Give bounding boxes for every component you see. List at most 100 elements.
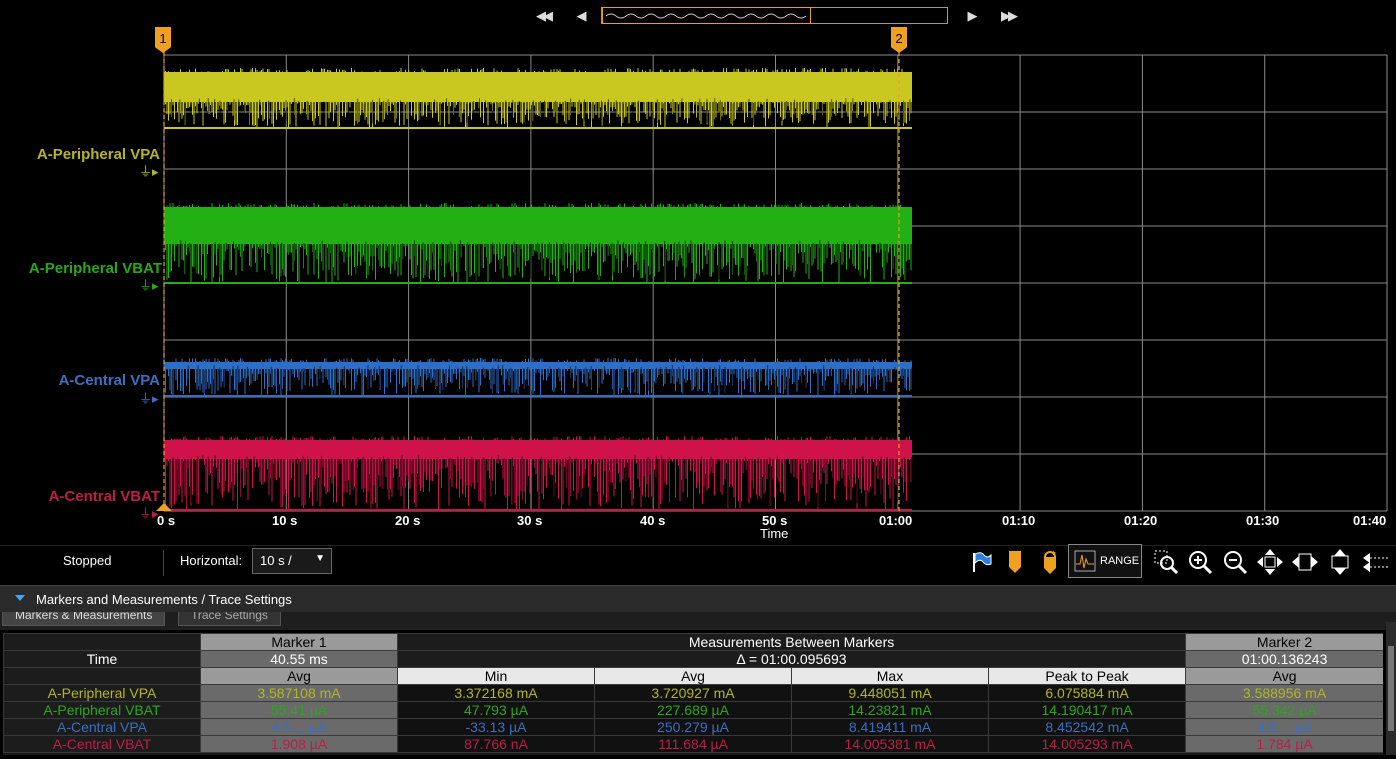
cell-p2p: 14.190417 mA xyxy=(987,701,1187,719)
fit-horizontal-icon[interactable] xyxy=(1291,548,1319,576)
col-avg-header: Avg xyxy=(594,667,792,685)
range-label: RANGE xyxy=(1100,555,1140,567)
between-header: Measurements Between Markers xyxy=(396,633,1187,651)
cell-min: 47.793 µA xyxy=(397,701,595,719)
ground-offset-icon[interactable]: ⏚▸ xyxy=(139,392,159,405)
zoom-out-icon[interactable] xyxy=(1221,548,1249,576)
cell-m2-avg: 4.5… µA xyxy=(1185,718,1383,736)
cell-m1-avg: 4.5… µA xyxy=(200,718,398,736)
jump-to-start-icon[interactable]: ◀◀ xyxy=(533,6,553,26)
range-button[interactable]: RANGE xyxy=(1068,544,1142,578)
cell-avg: 111.684 µA xyxy=(594,735,792,753)
step-back-icon[interactable]: ◀ xyxy=(570,6,590,26)
trace-label-central-vbat[interactable]: A-Central VBAT xyxy=(49,488,160,505)
x-tick: 30 s xyxy=(517,513,543,528)
x-tick: 40 s xyxy=(640,513,666,528)
toolbar: Stopped Horizontal: 10 s / ▼ RANGE xyxy=(0,544,1396,582)
table-row[interactable]: A-Central VBAT 1.908 µA 87.766 nA 111.68… xyxy=(3,735,1383,753)
measurements-table: Marker 1 Measurements Between Markers Ma… xyxy=(3,633,1383,755)
trace-central-vpa xyxy=(163,358,913,397)
cell-m2-avg: 55.342 µA xyxy=(1185,701,1383,719)
horizontal-label: Horizontal: xyxy=(180,553,243,568)
waveform-canvas[interactable] xyxy=(0,0,1396,545)
cell-min: -33.13 µA xyxy=(397,718,595,736)
trace-label-central-vpa[interactable]: A-Central VPA xyxy=(59,372,160,389)
tab-markers-measurements[interactable]: Markers & Measurements xyxy=(2,612,166,626)
table-row[interactable]: A-Central VPA 4.5… µA -33.13 µA 250.279 … xyxy=(3,718,1383,736)
time-label: Time xyxy=(3,650,201,668)
delta-time: Δ = 01:00.095693 xyxy=(396,650,1187,668)
chevron-down-icon: ▼ xyxy=(315,553,325,564)
tab-trace-settings[interactable]: Trace Settings xyxy=(178,612,281,626)
trace-path xyxy=(163,436,912,510)
cell-m2-avg: 1.784 µA xyxy=(1185,735,1383,753)
trace-central-vbat xyxy=(163,436,913,511)
fit-all-icon[interactable] xyxy=(1256,548,1284,576)
marker2-header: Marker 2 xyxy=(1185,633,1383,651)
expand-horizontal-icon[interactable] xyxy=(1361,548,1389,576)
x-tick: 0 s xyxy=(157,513,176,528)
overview-window[interactable] xyxy=(602,7,811,24)
cell-m1-avg: 3.587108 mA xyxy=(200,684,398,702)
marker-reset-icon[interactable] xyxy=(1036,548,1064,576)
vertical-scrollbar[interactable] xyxy=(1386,622,1396,755)
cell-p2p: 6.075884 mA xyxy=(987,684,1187,702)
table-row[interactable]: A-Peripheral VBAT 55.41 µA 47.793 µA 227… xyxy=(3,701,1383,719)
trace-label-peripheral-vbat[interactable]: A-Peripheral VBAT xyxy=(29,260,162,277)
x-tick: 01:10 xyxy=(1002,513,1036,528)
row-name: A-Central VBAT xyxy=(3,735,201,753)
col-avg-header: Avg xyxy=(1185,667,1383,685)
zoom-box-icon[interactable] xyxy=(1152,548,1180,576)
cell-p2p: 8.452542 mA xyxy=(987,718,1187,736)
overview-strip[interactable] xyxy=(601,7,948,24)
x-tick: 20 s xyxy=(395,513,421,528)
panel-tabs: Markers & Measurements Trace Settings xyxy=(0,612,1396,630)
scope-display[interactable]: ◀◀ ◀ ▶ ▶▶ 1 2 A-Peripheral VPA ⏚▸ A-Peri… xyxy=(0,0,1396,545)
panel-title: Markers and Measurements / Trace Setting… xyxy=(36,592,292,607)
collapse-triangle-icon[interactable] xyxy=(15,595,25,601)
cell-avg: 3.720927 mA xyxy=(594,684,792,702)
cell-avg: 227.689 µA xyxy=(594,701,792,719)
flag-icon[interactable] xyxy=(967,548,995,576)
x-tick: 01:40 xyxy=(1353,513,1387,528)
marker1-header: Marker 1 xyxy=(200,633,398,651)
marker1-time: 40.55 ms xyxy=(200,650,398,668)
ground-offset-icon[interactable]: ⏚▸ xyxy=(139,279,159,292)
step-forward-icon[interactable]: ▶ xyxy=(961,6,981,26)
zoom-in-icon[interactable] xyxy=(1186,548,1214,576)
cell-max: 8.419411 mA xyxy=(791,718,989,736)
cell-max: 9.448051 mA xyxy=(791,684,989,702)
cell-max: 14.005381 mA xyxy=(791,735,989,753)
marker-icon[interactable] xyxy=(1001,548,1029,576)
row-name: A-Central VPA xyxy=(3,718,201,736)
panel-header[interactable]: Markers and Measurements / Trace Setting… xyxy=(0,585,1396,612)
col-min-header: Min xyxy=(397,667,595,685)
jump-to-end-icon[interactable]: ▶▶ xyxy=(998,6,1018,26)
divider xyxy=(163,550,164,576)
cell-m2-avg: 3.588956 mA xyxy=(1185,684,1383,702)
horizontal-scale-value: 10 s / xyxy=(260,553,292,568)
horizontal-scale-select[interactable]: 10 s / ▼ xyxy=(252,548,332,574)
marker2-time: 01:00.136243 xyxy=(1185,650,1383,668)
ground-offset-icon[interactable]: ⏚▸ xyxy=(139,507,159,520)
cell-min: 87.766 nA xyxy=(397,735,595,753)
trace-peripheral-vpa xyxy=(163,68,912,129)
row-name: A-Peripheral VBAT xyxy=(3,701,201,719)
x-axis-title: Time xyxy=(760,526,789,541)
cell-min: 3.372168 mA xyxy=(397,684,595,702)
cell-max: 14.23821 mA xyxy=(791,701,989,719)
ground-offset-icon[interactable]: ⏚▸ xyxy=(139,165,159,178)
trace-label-peripheral-vpa[interactable]: A-Peripheral VPA xyxy=(37,146,160,163)
row-name: A-Peripheral VPA xyxy=(3,684,201,702)
x-tick: 01:00 xyxy=(879,513,913,528)
scrollbar-thumb[interactable] xyxy=(1388,646,1394,731)
range-icon xyxy=(1074,550,1096,572)
marker-1-label: 1 xyxy=(159,31,167,46)
x-tick: 01:30 xyxy=(1246,513,1280,528)
marker-2-label: 2 xyxy=(895,31,903,46)
fit-vertical-icon[interactable] xyxy=(1326,548,1354,576)
trace-peripheral-vbat xyxy=(163,203,912,284)
table-row[interactable]: A-Peripheral VPA 3.587108 mA 3.372168 mA… xyxy=(3,684,1383,702)
cell-m1-avg: 1.908 µA xyxy=(200,735,398,753)
x-tick: 01:20 xyxy=(1124,513,1158,528)
